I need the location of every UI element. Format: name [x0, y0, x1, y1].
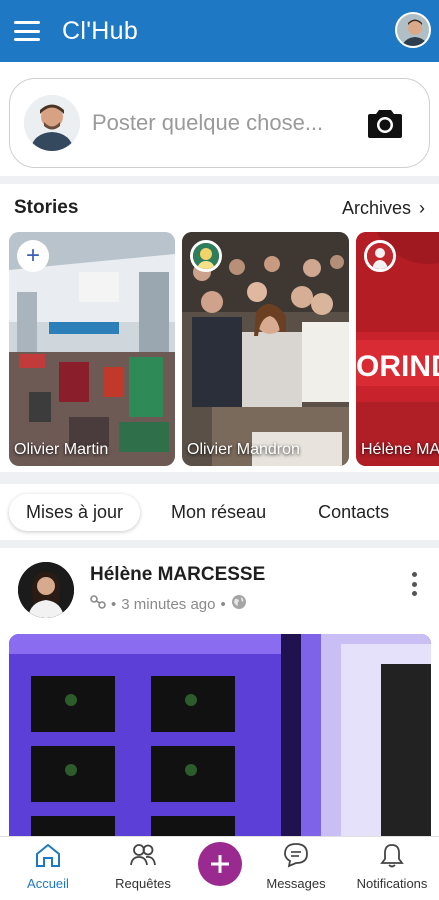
chevron-right-icon: ›	[419, 197, 425, 218]
globe-icon	[231, 594, 247, 614]
meta-separator: •	[111, 595, 117, 613]
camera-icon[interactable]	[365, 103, 405, 143]
nav-label: Messages	[266, 876, 326, 891]
story-name: Olivier Martin	[14, 441, 109, 458]
people-icon	[129, 842, 157, 873]
bell-icon	[378, 842, 406, 873]
meta-separator: •	[220, 595, 226, 613]
nav-label: Notifications	[356, 876, 428, 891]
app-title: Cl'Hub	[62, 16, 139, 45]
chat-icon	[282, 842, 310, 873]
link-icon	[90, 594, 106, 614]
add-story-button[interactable]: +	[17, 240, 49, 272]
tab-mises-a-jour[interactable]: Mises à jour	[9, 493, 141, 531]
archives-link[interactable]: Archives ›	[342, 198, 425, 219]
archives-label: Archives	[341, 197, 411, 218]
post-author-name[interactable]: Hélène MARCESSE	[90, 564, 265, 586]
story-avatar	[190, 240, 222, 272]
composer-section: Poster quelque chose...	[0, 62, 439, 176]
nav-requetes[interactable]: Requêtes	[110, 837, 176, 900]
post-author-avatar[interactable]	[18, 562, 74, 618]
plus-icon	[211, 855, 229, 873]
stories-section: Stories Archives › + Olivier Martin Oliv…	[0, 184, 439, 472]
nav-label: Accueil	[27, 876, 69, 891]
post-meta: • 3 minutes ago •	[90, 594, 247, 614]
nav-accueil[interactable]: Accueil	[20, 837, 76, 900]
svg-text:ORIND: ORIND	[356, 350, 439, 383]
stories-carousel[interactable]: + Olivier Martin Olivier Mandron ORIN Hé…	[9, 232, 439, 466]
bottom-navigation: Accueil Requêtes Messages Notifications	[0, 836, 439, 900]
stories-title: Stories	[14, 197, 79, 218]
story-avatar	[364, 240, 396, 272]
tab-contacts[interactable]: Contacts	[301, 494, 406, 531]
story-card[interactable]: + Olivier Martin	[9, 232, 175, 466]
nav-messages[interactable]: Messages	[260, 837, 332, 900]
story-name: Hélène MARCESSE	[361, 441, 439, 458]
tab-mon-reseau[interactable]: Mon réseau	[154, 494, 283, 531]
profile-avatar[interactable]	[395, 12, 431, 48]
more-options-icon[interactable]	[411, 572, 417, 596]
create-post-button[interactable]	[198, 842, 242, 886]
home-icon	[34, 842, 62, 873]
story-name: Olivier Mandron	[187, 441, 300, 458]
app-bar: Cl'Hub	[0, 0, 439, 62]
post-time: 3 minutes ago	[121, 595, 216, 613]
nav-label: Requêtes	[115, 876, 171, 891]
story-card[interactable]: Olivier Mandron	[182, 232, 349, 466]
hamburger-icon[interactable]	[14, 21, 40, 41]
post-composer[interactable]: Poster quelque chose...	[9, 78, 430, 168]
story-card[interactable]: ORIND Hélène MARCESSE	[356, 232, 439, 466]
nav-notifications[interactable]: Notifications	[350, 837, 434, 900]
feed-post: Hélène MARCESSE • 3 minutes ago •	[0, 548, 439, 844]
feed-tabs: Mises à jour Mon réseau Contacts	[0, 484, 439, 540]
composer-placeholder[interactable]: Poster quelque chose...	[92, 110, 365, 136]
post-image[interactable]	[9, 634, 431, 844]
composer-avatar	[24, 95, 80, 151]
